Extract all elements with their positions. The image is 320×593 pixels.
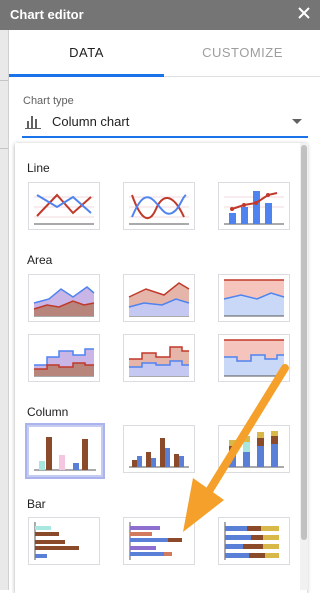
smooth-line-chart-thumbnail	[129, 194, 189, 225]
smooth-line-chart-option[interactable]	[123, 182, 195, 230]
tab-customize[interactable]: CUSTOMIZE	[165, 30, 320, 76]
stacked-stepped-area-chart-option[interactable]	[123, 334, 195, 382]
100-percent-area-chart-option[interactable]	[218, 274, 290, 322]
stacked-area-chart-thumbnail	[128, 282, 190, 317]
grouped-bar-chart-option[interactable]	[123, 517, 195, 565]
bar-chart-option[interactable]	[28, 517, 100, 565]
panel-scrollbar[interactable]	[300, 143, 308, 590]
grouped-bar-chart-thumbnail	[129, 522, 182, 560]
column-chart-icon	[24, 113, 42, 129]
close-icon[interactable]	[296, 5, 312, 21]
editor-tabs: DATA CUSTOMIZE	[9, 30, 320, 77]
editor-header: Chart editor	[0, 0, 320, 30]
section-line-label: Line	[27, 161, 50, 175]
combo-chart-option[interactable]	[218, 182, 290, 230]
section-area-label: Area	[27, 253, 53, 267]
tab-customize-label: CUSTOMIZE	[202, 45, 283, 60]
tab-data[interactable]: DATA	[9, 30, 164, 77]
section-bar-label: Bar	[27, 497, 46, 511]
chevron-down-icon	[292, 119, 302, 124]
stacked-column-chart-thumbnail	[224, 431, 284, 468]
chart-type-dropdown[interactable]: Column chart	[22, 110, 308, 138]
100-percent-area-chart-thumbnail	[223, 279, 285, 317]
chart-type-list: Line Area Column Bar	[15, 143, 307, 593]
stacked-bar-chart-thumbnail	[224, 522, 279, 560]
stacked-bar-chart-option[interactable]	[218, 517, 290, 565]
line-chart-thumbnail	[34, 193, 94, 225]
grouped-column-chart-option[interactable]	[123, 425, 195, 473]
stacked-area-chart-option[interactable]	[123, 274, 195, 322]
chart-type-value: Column chart	[52, 114, 130, 129]
100-percent-stepped-area-chart-option[interactable]	[218, 334, 290, 382]
line-chart-option[interactable]	[28, 182, 100, 230]
column-chart-thumbnail	[34, 437, 96, 471]
column-chart-option[interactable]	[25, 423, 105, 479]
area-chart-option[interactable]	[28, 274, 100, 322]
stepped-area-chart-thumbnail	[34, 348, 94, 377]
area-chart-thumbnail	[33, 286, 95, 317]
stacked-stepped-area-chart-thumbnail	[129, 346, 189, 377]
sheet-edge	[0, 30, 9, 590]
combo-chart-thumbnail	[224, 191, 284, 225]
section-column-label: Column	[27, 405, 69, 419]
scrollbar-thumb[interactable]	[301, 145, 307, 540]
chart-type-label: Chart type	[23, 95, 74, 107]
grouped-column-chart-thumbnail	[129, 438, 189, 468]
editor-title: Chart editor	[10, 7, 84, 22]
stacked-column-chart-option[interactable]	[218, 425, 290, 473]
active-tab-indicator	[9, 74, 164, 77]
stepped-area-chart-option[interactable]	[28, 334, 100, 382]
100-percent-stepped-area-chart-thumbnail	[224, 339, 284, 377]
bar-chart-thumbnail	[34, 522, 79, 560]
tab-data-label: DATA	[69, 45, 104, 60]
